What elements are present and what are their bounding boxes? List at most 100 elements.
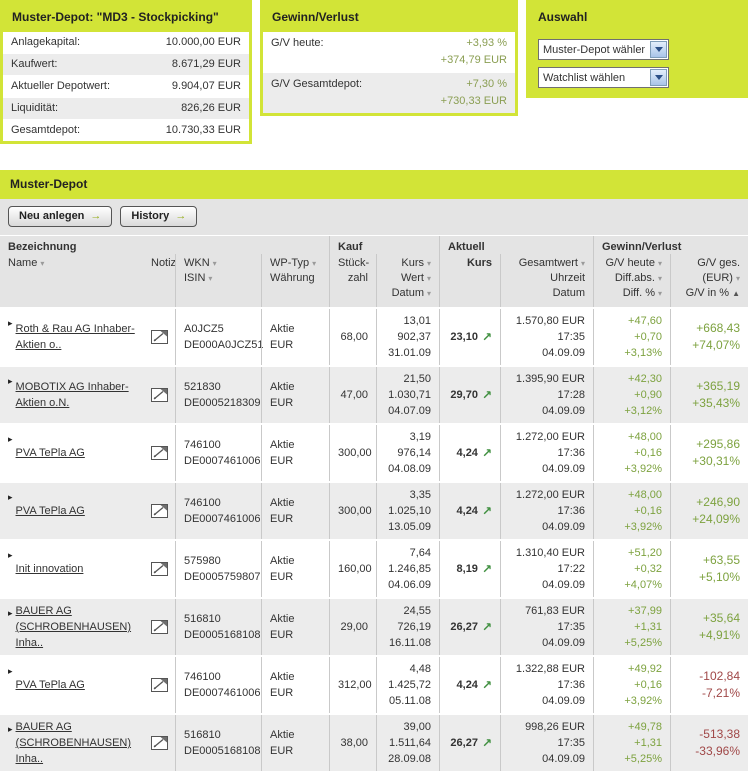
wkn: A0JCZ5 [184,323,224,335]
arrow-right-icon: → [175,210,187,222]
wptyp-cell: Aktie EUR [261,367,329,423]
note-icon[interactable] [150,446,168,460]
gv-gesamt-cell: +668,43 +74,07% [670,309,748,365]
instrument-link[interactable]: PVA TePla AG [16,445,85,461]
gain-loss-percent: +7,30 % [466,78,507,90]
dropdown-button[interactable] [650,41,667,58]
isin: DE0007461006 [184,455,261,467]
diff-abs: +0,70 [634,331,662,343]
note-icon[interactable] [150,388,168,402]
note-icon[interactable] [150,330,168,344]
table-row: ▸ BAUER AG (SCHROBENHAUSEN) Inha.. 51681… [0,597,748,655]
gv-heute-cell: +51,20 +0,32 +4,07% [593,541,670,597]
wptyp-cell: Aktie EUR [261,425,329,481]
kauf-kurs: 39,00 [403,721,431,733]
instrument-link[interactable]: MOBOTIX AG Inhaber-Aktien o.N. [16,379,135,411]
waehrung: EUR [270,455,294,467]
datum: 04.09.09 [542,637,585,649]
diff-pct: +3,13% [624,347,662,359]
kauf-cell: 3,19 976,14 04.08.09 [376,425,439,481]
dropdown-button[interactable] [650,69,667,86]
header-wptyp-waehrung[interactable]: WP-Typ ▾ Währung [261,254,329,307]
kauf-kurs: 4,48 [409,663,431,675]
gesamtwert: 1.272,00 EUR [515,431,585,443]
stueckzahl-cell: 312,00 [329,657,376,713]
note-icon[interactable] [150,504,168,518]
header-name[interactable]: Name ▾ [0,254,143,307]
kurs-value: 29,70 [450,389,478,401]
wkn: 516810 [184,729,221,741]
header-stueckzahl: Stück- zahl [329,254,376,307]
wp-typ: Aktie [270,555,295,567]
diff-abs: +0,16 [634,447,662,459]
note-icon[interactable] [150,678,168,692]
instrument-link[interactable]: Init innovation [16,561,84,577]
summary-label: Kaufwert: [11,58,58,70]
stueckzahl-cell: 68,00 [329,309,376,365]
wkn-isin-cell: A0JCZ5 DE000A0JCZ51 [175,309,264,365]
kauf-kurs: 13,01 [403,315,431,327]
gain-loss-panel-title: Gewinn/Verlust [263,3,515,32]
instrument-link[interactable]: PVA TePla AG [16,677,85,693]
wp-typ: Aktie [270,323,295,335]
aktuell-kurs-cell: 23,10 ↗ [439,309,500,365]
watchlist-select-value: Watchlist wählen [543,71,626,84]
datum: 04.09.09 [542,695,585,707]
note-icon[interactable] [150,620,168,634]
notiz-cell [143,425,175,481]
kurs-value: 4,24 [456,447,478,459]
history-button[interactable]: History → [120,206,198,227]
watchlist-select[interactable]: Watchlist wählen [538,67,669,88]
gain-loss-label: G/V Gesamtdepot: [271,78,363,90]
summary-label: Gesamtdepot: [11,124,81,136]
wkn: 746100 [184,671,221,683]
name-cell: ▸ BAUER AG (SCHROBENHAUSEN) Inha.. [0,599,143,655]
header-kauf-kurs-wert-datum[interactable]: Kurs ▾ Wert ▾ Datum ▾ [376,254,439,307]
header-gesamtwert[interactable]: Gesamtwert ▾ Uhrzeit Datum [500,254,593,307]
wkn-isin-cell: 575980 DE0005759807 [175,541,261,597]
table-body: ▸ Roth & Rau AG Inhaber-Aktien o.. A0JCZ… [0,309,748,771]
kauf-datum: 31.01.09 [388,347,431,359]
neu-anlegen-button[interactable]: Neu anlegen → [8,206,113,227]
gain-loss-row: G/V Gesamtdepot: +7,30 % +730,33 EUR [263,72,515,113]
name-cell: ▸ BAUER AG (SCHROBENHAUSEN) Inha.. [0,715,143,771]
instrument-link[interactable]: Roth & Rau AG Inhaber-Aktien o.. [16,321,135,353]
table-row: ▸ Roth & Rau AG Inhaber-Aktien o.. A0JCZ… [0,309,748,365]
expand-arrow-icon: ▸ [8,550,13,560]
header-gv-ges[interactable]: G/V ges. (EUR) ▾ G/V in % ▲ [670,254,748,307]
note-icon[interactable] [150,736,168,750]
datum: 04.09.09 [542,521,585,533]
gesamtwert: 1.322,88 EUR [515,663,585,675]
wkn: 746100 [184,497,221,509]
note-icon[interactable] [150,562,168,576]
diff-pct: +3,92% [624,463,662,475]
instrument-link[interactable]: PVA TePla AG [16,503,85,519]
header-wkn-isin[interactable]: WKN ▾ ISIN ▾ [175,254,261,307]
gesamtwert: 761,83 EUR [525,605,585,617]
name-cell: ▸ PVA TePla AG [0,425,143,481]
diff-abs: +0,16 [634,505,662,517]
gesamtwert-cell: 1.272,00 EUR 17:36 04.09.09 [500,483,593,539]
uhrzeit: 17:36 [557,447,585,459]
waehrung: EUR [270,397,294,409]
instrument-link[interactable]: BAUER AG (SCHROBENHAUSEN) Inha.. [16,603,135,651]
musterdepot-select[interactable]: Muster-Depot wählen [538,39,669,60]
summary-value: 10.000,00 EUR [165,36,241,48]
uhrzeit: 17:36 [557,505,585,517]
trend-up-icon: ↗ [481,562,492,576]
kauf-datum: 28.09.08 [388,753,431,765]
gain-loss-eur: +374,79 EUR [440,54,507,66]
chevron-down-icon [654,47,663,52]
instrument-link[interactable]: BAUER AG (SCHROBENHAUSEN) Inha.. [16,719,135,767]
uhrzeit: 17:22 [557,563,585,575]
wkn: 516810 [184,613,221,625]
sort-desc-icon: ▾ [657,289,662,298]
sort-desc-icon: ▾ [657,259,662,268]
summary-row: Aktueller Depotwert: 9.904,07 EUR [3,75,249,97]
notiz-cell [143,309,175,365]
gesamtwert-cell: 1.272,00 EUR 17:36 04.09.09 [500,425,593,481]
gesamtwert-cell: 1.395,90 EUR 17:28 04.09.09 [500,367,593,423]
header-gv-heute[interactable]: G/V heute ▾ Diff.abs. ▾ Diff. % ▾ [593,254,670,307]
name-cell: ▸ PVA TePla AG [0,483,143,539]
kauf-datum: 04.08.09 [388,463,431,475]
